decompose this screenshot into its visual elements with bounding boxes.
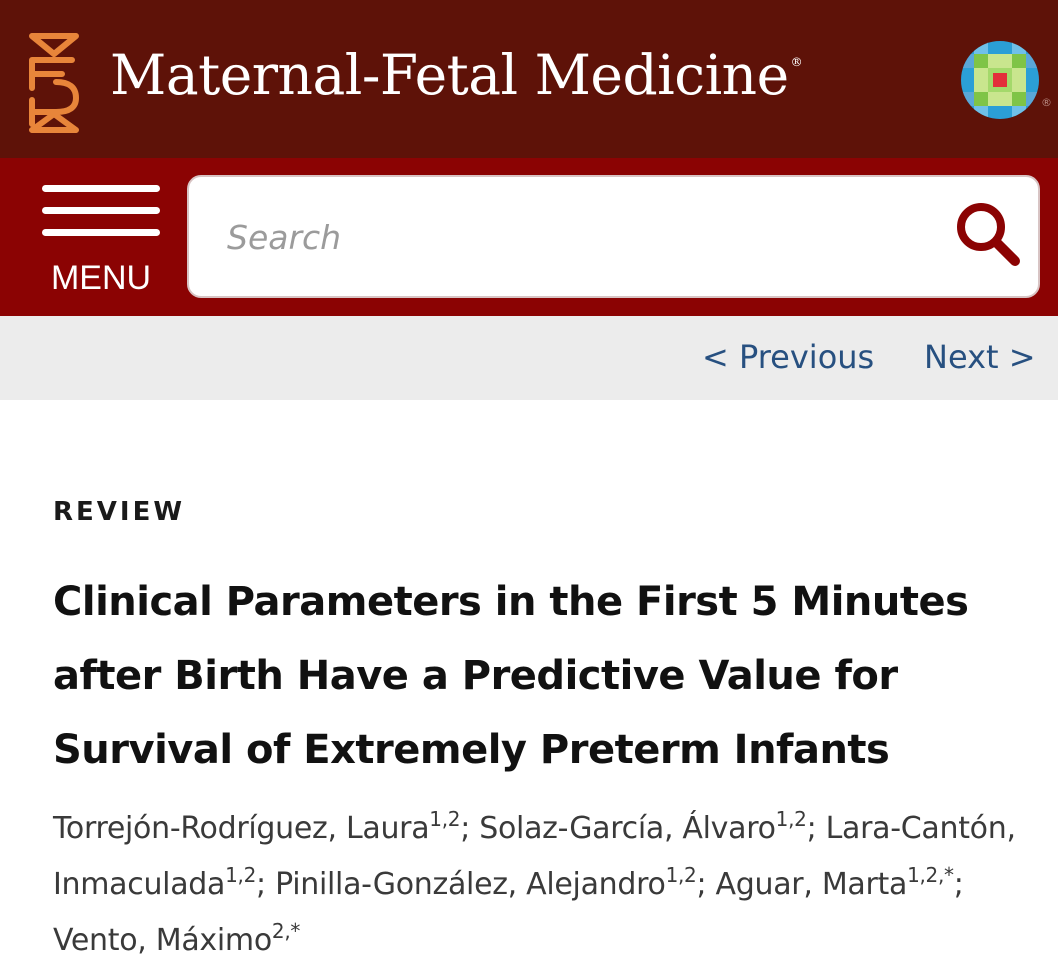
article-pager: < Previous Next > — [0, 316, 1058, 400]
article-type-label: REVIEW — [53, 497, 186, 527]
author[interactable]: Solaz-García, Álvaro1,2 — [479, 807, 807, 846]
search-button[interactable] — [953, 199, 1023, 269]
publisher-registered-mark: ® — [1041, 96, 1052, 109]
next-link[interactable]: Next > — [924, 338, 1036, 376]
author-name[interactable]: Pinilla-González, Alejandro — [275, 867, 666, 902]
author-affiliations: 2,* — [271, 919, 301, 943]
author-affiliations: 1,2,* — [907, 863, 954, 887]
author[interactable]: Aguar, Marta1,2,* — [716, 863, 955, 902]
registered-mark: ® — [790, 55, 803, 69]
article-title: Clinical Parameters in the First 5 Minut… — [53, 579, 969, 773]
menu-label: MENU — [50, 259, 152, 297]
author-affiliations: 1,2 — [225, 863, 257, 887]
author[interactable]: Pinilla-González, Alejandro1,2 — [275, 863, 697, 902]
author-name[interactable]: Torrejón-Rodríguez, Laura — [53, 811, 430, 846]
search-input[interactable] — [227, 211, 927, 263]
author-affiliations: 1,2 — [775, 807, 807, 831]
magnifier-icon — [957, 203, 1020, 266]
journal-title[interactable]: Maternal-Fetal Medicine ® — [110, 48, 803, 103]
journal-logo-icon[interactable] — [26, 30, 82, 136]
author-list: Torrejón-Rodríguez, Laura1,2; Solaz-Garc… — [53, 807, 1016, 958]
masthead: Maternal-Fetal Medicine ® ® — [0, 0, 1058, 158]
author[interactable]: Vento, Máximo2,* — [53, 919, 300, 958]
author-affiliations: 1,2 — [429, 807, 461, 831]
previous-link[interactable]: < Previous — [702, 338, 874, 376]
author-affiliations: 1,2 — [665, 863, 697, 887]
publisher-logo-icon[interactable] — [960, 40, 1040, 120]
search-box — [187, 175, 1040, 298]
author[interactable]: Torrejón-Rodríguez, Laura1,2 — [53, 807, 461, 846]
author-name[interactable]: Aguar, Marta — [716, 867, 908, 902]
author-name[interactable]: Vento, Máximo — [53, 923, 272, 958]
author-name[interactable]: Solaz-García, Álvaro — [479, 811, 776, 846]
menu-button[interactable]: MENU — [40, 185, 162, 295]
